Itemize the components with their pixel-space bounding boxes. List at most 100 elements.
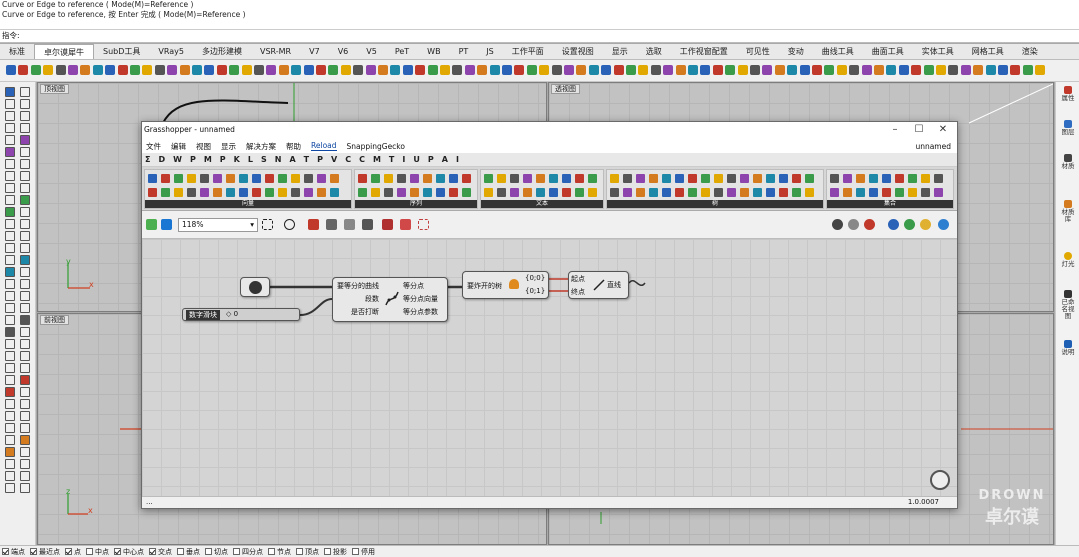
left-tool-icon[interactable]	[20, 231, 30, 241]
component-icon[interactable]	[497, 188, 506, 197]
toolbar-tool-icon[interactable]	[588, 65, 599, 75]
panel-tab-material-library[interactable]: 材质库	[1059, 200, 1077, 223]
component-icon[interactable]	[895, 174, 904, 183]
component-icon[interactable]	[753, 188, 762, 197]
rhino-tab[interactable]: PeT	[386, 44, 418, 59]
reload-icon[interactable]	[382, 219, 393, 230]
component-icon[interactable]	[675, 188, 684, 197]
component-icon[interactable]	[449, 174, 458, 183]
left-tool-icon[interactable]	[5, 195, 15, 205]
bake-icon[interactable]	[344, 219, 355, 230]
toolbar-tool-icon[interactable]	[948, 65, 959, 75]
toolbar-tool-icon[interactable]	[427, 65, 438, 75]
component-icon[interactable]	[174, 174, 183, 183]
menu-solution[interactable]: 解决方案	[246, 141, 276, 152]
left-tool-icon[interactable]	[20, 435, 30, 445]
output-branch-0[interactable]: {0;0}	[525, 274, 545, 282]
rhino-tab[interactable]: VSR-MR	[251, 44, 300, 59]
category-tab[interactable]: P	[190, 155, 196, 164]
left-tool-icon[interactable]	[5, 135, 15, 145]
component-icon[interactable]	[410, 174, 419, 183]
component-icon[interactable]	[384, 174, 393, 183]
component-icon[interactable]	[792, 174, 801, 183]
component-icon[interactable]	[575, 174, 584, 183]
menu-view[interactable]: 视图	[196, 141, 211, 152]
component-icon[interactable]	[921, 174, 930, 183]
select-icon[interactable]	[418, 219, 429, 230]
rhino-tab[interactable]: 选取	[637, 44, 671, 59]
component-icon[interactable]	[410, 188, 419, 197]
category-tab[interactable]: M	[373, 155, 381, 164]
left-tool-icon[interactable]	[20, 267, 30, 277]
menu-edit[interactable]: 编辑	[171, 141, 186, 152]
component-icon[interactable]	[610, 188, 619, 197]
left-tool-icon[interactable]	[20, 111, 30, 121]
toolbar-tool-icon[interactable]	[415, 65, 426, 75]
component-icon[interactable]	[510, 174, 519, 183]
toolbar-tool-icon[interactable]	[340, 65, 351, 75]
component-icon[interactable]	[623, 188, 632, 197]
rhino-tab[interactable]: 可见性	[737, 44, 779, 59]
left-tool-icon[interactable]	[5, 123, 15, 133]
component-icon[interactable]	[740, 174, 749, 183]
toolbar-tool-icon[interactable]	[539, 65, 550, 75]
rhino-tab-active[interactable]: 卓尔谟犀牛	[34, 44, 94, 59]
panel-tab-layers[interactable]: 图层	[1059, 120, 1077, 136]
component-icon[interactable]	[908, 188, 917, 197]
component-icon[interactable]	[252, 174, 261, 183]
osnap-project[interactable]: 投影	[324, 547, 347, 557]
category-tab[interactable]: D	[158, 155, 165, 164]
component-icon[interactable]	[397, 188, 406, 197]
rhino-tab[interactable]: 显示	[603, 44, 637, 59]
osnap-disable[interactable]: 停用	[352, 547, 375, 557]
number-slider[interactable]: 数字滑块 ◇ 0	[182, 308, 300, 321]
component-icon[interactable]	[148, 188, 157, 197]
component-icon[interactable]	[856, 174, 865, 183]
toolbar-tool-icon[interactable]	[378, 65, 388, 75]
category-tab[interactable]: M	[204, 155, 212, 164]
component-icon[interactable]	[484, 188, 493, 197]
component-icon[interactable]	[766, 174, 775, 183]
component-icon[interactable]	[304, 174, 313, 183]
toolbar-tool-icon[interactable]	[390, 65, 401, 75]
component-icon[interactable]	[358, 188, 367, 197]
rhino-tab[interactable]: V6	[329, 44, 358, 59]
left-tool-icon[interactable]	[20, 171, 30, 181]
left-tool-icon[interactable]	[20, 447, 30, 457]
component-icon[interactable]	[161, 174, 170, 183]
left-tool-icon[interactable]	[20, 183, 30, 193]
material-preview-icon[interactable]	[904, 219, 915, 230]
osnap-point[interactable]: 点	[65, 547, 81, 557]
component-icon[interactable]	[688, 188, 697, 197]
left-tool-icon[interactable]	[5, 291, 15, 301]
line-component[interactable]: 起点 终点 直线	[568, 271, 629, 299]
toolbar-tool-icon[interactable]	[923, 65, 934, 75]
category-tab[interactable]: W	[173, 155, 182, 164]
menu-reload[interactable]: Reload	[311, 141, 337, 151]
toolbar-tool-icon[interactable]	[68, 65, 78, 75]
component-icon[interactable]	[384, 188, 393, 197]
grasshopper-title-bar[interactable]: Grasshopper - unnamed – ☐ ✕	[142, 122, 957, 139]
toolbar-tool-icon[interactable]	[316, 65, 326, 75]
left-tool-icon[interactable]	[20, 351, 30, 361]
component-icon[interactable]	[239, 174, 248, 183]
toolbar-tool-icon[interactable]	[613, 65, 624, 75]
osnap-near[interactable]: 最近点	[30, 547, 60, 557]
viewport-perspective-label[interactable]: 透视图	[551, 84, 580, 94]
left-tool-icon[interactable]	[20, 459, 30, 469]
component-icon[interactable]	[688, 174, 697, 183]
viewport-top-label[interactable]: 顶视图	[40, 84, 69, 94]
toolbar-tool-icon[interactable]	[514, 65, 525, 75]
left-tool-icon[interactable]	[5, 339, 15, 349]
left-tool-icon[interactable]	[5, 411, 15, 421]
category-tab[interactable]: I	[402, 155, 405, 164]
toolbar-tool-icon[interactable]	[6, 65, 16, 75]
toolbar-tool-icon[interactable]	[192, 65, 202, 75]
left-tool-icon[interactable]	[20, 411, 30, 421]
category-tab[interactable]: N	[275, 155, 282, 164]
category-tab[interactable]: P	[317, 155, 323, 164]
left-tool-icon[interactable]	[20, 207, 30, 217]
category-tab[interactable]: L	[248, 155, 253, 164]
left-tool-icon[interactable]	[20, 219, 30, 229]
category-tab[interactable]: C	[345, 155, 351, 164]
